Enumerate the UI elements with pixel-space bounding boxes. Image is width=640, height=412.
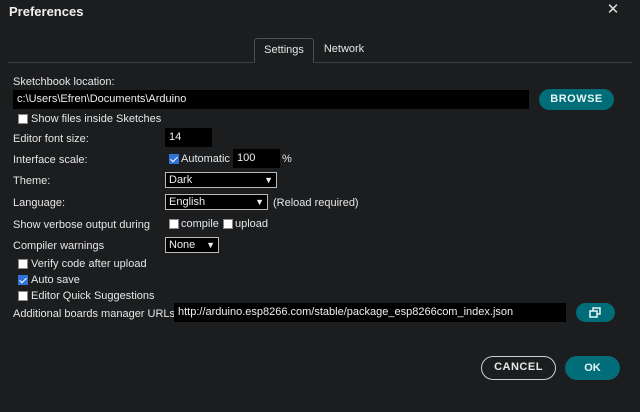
interface-scale-label: Interface scale: bbox=[13, 154, 88, 166]
close-icon[interactable]: ✕ bbox=[604, 1, 622, 19]
quick-suggestions-label: Editor Quick Suggestions bbox=[31, 290, 155, 302]
dialog-title: Preferences bbox=[9, 4, 84, 19]
compile-label: compile bbox=[181, 218, 219, 230]
show-files-label: Show files inside Sketches bbox=[31, 113, 162, 125]
cancel-button[interactable]: CANCEL bbox=[481, 356, 556, 380]
chevron-down-icon: ▼ bbox=[264, 175, 273, 185]
boards-urls-input[interactable]: http://arduino.esp8266.com/stable/packag… bbox=[174, 303, 566, 322]
verify-checkbox[interactable] bbox=[18, 259, 28, 269]
autosave-label: Auto save bbox=[31, 274, 80, 286]
tab-network[interactable]: Network bbox=[318, 38, 370, 62]
interface-scale-input[interactable]: 100 bbox=[233, 149, 280, 168]
theme-label: Theme: bbox=[13, 175, 51, 187]
language-select[interactable]: English ▼ bbox=[165, 194, 268, 210]
verbose-label: Show verbose output during bbox=[13, 219, 150, 231]
compiler-warnings-select[interactable]: None ▼ bbox=[165, 237, 219, 253]
automatic-checkbox[interactable] bbox=[169, 154, 179, 164]
chevron-down-icon: ▼ bbox=[255, 197, 264, 207]
tabs-divider bbox=[8, 62, 632, 63]
boards-urls-label: Additional boards manager URLs: bbox=[13, 308, 179, 320]
percent-unit: % bbox=[282, 153, 292, 165]
upload-checkbox[interactable] bbox=[223, 219, 233, 229]
open-window-icon bbox=[589, 307, 601, 318]
language-label: Language: bbox=[13, 197, 65, 209]
language-selected-value: English bbox=[169, 196, 206, 208]
compiler-warnings-selected-value: None bbox=[169, 239, 196, 251]
sketchbook-location-input[interactable]: c:\Users\Efren\Documents\Arduino bbox=[13, 90, 529, 109]
browse-button[interactable]: BROWSE bbox=[539, 89, 614, 110]
boards-urls-edit-button[interactable] bbox=[576, 303, 615, 322]
compiler-warnings-label: Compiler warnings bbox=[13, 240, 105, 252]
ok-button[interactable]: OK bbox=[565, 356, 620, 380]
autosave-checkbox[interactable] bbox=[18, 275, 28, 285]
automatic-label: Automatic bbox=[181, 153, 230, 165]
sketchbook-label: Sketchbook location: bbox=[13, 76, 115, 88]
theme-selected-value: Dark bbox=[169, 174, 193, 186]
compile-checkbox[interactable] bbox=[169, 219, 179, 229]
theme-select[interactable]: Dark ▼ bbox=[165, 172, 277, 188]
quick-suggestions-checkbox[interactable] bbox=[18, 291, 28, 301]
font-size-input[interactable]: 14 bbox=[165, 128, 212, 147]
show-files-checkbox[interactable] bbox=[18, 114, 28, 124]
verify-label: Verify code after upload bbox=[31, 258, 147, 270]
chevron-down-icon: ▼ bbox=[206, 240, 215, 250]
reload-required-note: (Reload required) bbox=[273, 197, 359, 209]
font-size-label: Editor font size: bbox=[13, 133, 89, 145]
tab-settings[interactable]: Settings bbox=[254, 38, 314, 63]
upload-label: upload bbox=[235, 218, 269, 230]
